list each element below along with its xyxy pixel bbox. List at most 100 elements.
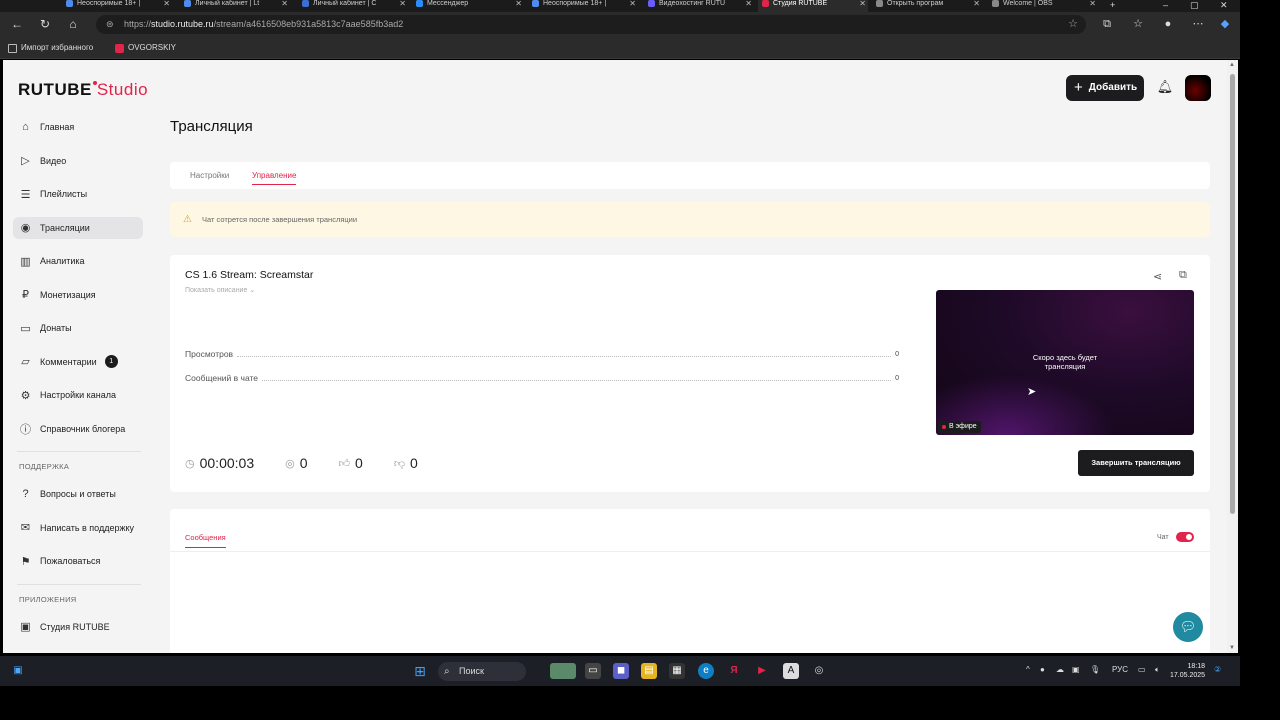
scroll-down-icon[interactable]: ▼ xyxy=(1229,645,1235,651)
close-icon[interactable]: ✕ xyxy=(973,0,980,8)
favorites-icon[interactable]: ☆ xyxy=(1130,16,1146,32)
sidebar-item-analytics[interactable]: ▥ Аналитика xyxy=(13,250,143,272)
avatar[interactable] xyxy=(1185,75,1211,101)
profile-icon[interactable]: ● xyxy=(1160,16,1176,32)
show-description-link[interactable]: Показать описание ⌄ xyxy=(185,286,255,294)
tray-app-icon[interactable]: ▣ xyxy=(1072,665,1080,674)
chat-toggle[interactable] xyxy=(1176,532,1194,542)
live-badge: В эфире xyxy=(938,421,981,433)
close-icon[interactable]: ✕ xyxy=(629,0,636,8)
windows-start-icon[interactable]: ⊞ xyxy=(412,663,428,679)
close-icon[interactable]: ✕ xyxy=(515,0,522,8)
browser-tab[interactable]: Неоспоримые 18+ | ✕ xyxy=(528,0,638,12)
end-stream-button[interactable]: Завершить трансляцию xyxy=(1078,450,1194,476)
home-icon[interactable]: ⌂ xyxy=(66,17,80,31)
browser-tab[interactable]: Неоспоримые 18+ | ✕ xyxy=(62,0,172,12)
likes-counter: 👍︎ 0 xyxy=(338,455,363,471)
split-screen-icon[interactable]: ⧉ xyxy=(1099,16,1115,32)
app-icon[interactable]: ▭ xyxy=(585,663,601,679)
url-field[interactable]: ⊜ https://studio.rutube.ru/stream/a46165… xyxy=(96,15,1086,34)
close-icon[interactable]: ✕ xyxy=(281,0,288,8)
sidebar-item-blogger-guide[interactable]: ⓘ Справочник блогера xyxy=(13,418,143,440)
sidebar-item-donations[interactable]: ▭ Донаты xyxy=(13,317,143,339)
bookmark-import[interactable]: Импорт избранного xyxy=(8,42,93,54)
close-icon[interactable]: ✕ xyxy=(163,0,170,8)
sidebar-item-monetization[interactable]: ₽ Монетизация xyxy=(13,284,143,306)
bookmark-ovgorskiy[interactable]: OVGORSKIY xyxy=(115,42,176,54)
sidebar-divider xyxy=(17,583,141,585)
browser-tab[interactable]: Welcome | OBS ✕ xyxy=(988,0,1098,12)
tab-settings[interactable]: Настройки xyxy=(190,171,229,180)
chat-app-icon[interactable]: ◼ xyxy=(613,663,629,679)
taskbar-search[interactable]: ⌕ Поиск xyxy=(438,662,526,681)
cloud-icon[interactable]: ☁ xyxy=(1056,665,1064,674)
minimize-icon[interactable]: – xyxy=(1163,0,1168,10)
scroll-up-icon[interactable]: ▲ xyxy=(1229,62,1235,68)
rutube-studio-logo[interactable]: RUTUBE Studio xyxy=(18,80,148,100)
live-dot-icon xyxy=(942,425,946,429)
taskbar-clock[interactable]: 18:18 17.05.2025 xyxy=(1170,662,1205,680)
sidebar-item-comments[interactable]: ▱ Комментарии 1 xyxy=(13,351,143,373)
bookmark-favicon-icon xyxy=(115,43,124,53)
back-icon[interactable]: ← xyxy=(10,17,24,31)
more-icon[interactable]: ⋯ xyxy=(1190,16,1206,32)
support-chat-button[interactable]: 💬︎ xyxy=(1173,612,1203,642)
counter-strike-icon[interactable]: A xyxy=(783,663,799,679)
page-scrollbar[interactable]: ▲ ▼ xyxy=(1227,60,1238,653)
home-icon: ⌂ xyxy=(22,121,29,133)
close-icon[interactable]: ✕ xyxy=(399,0,406,8)
external-link-icon[interactable]: ⧉ xyxy=(1179,269,1187,282)
microphone-icon[interactable]: 🎙︎ xyxy=(1090,665,1100,674)
close-icon[interactable]: ✕ xyxy=(745,0,752,8)
media-app-icon[interactable]: ▶ xyxy=(754,663,770,679)
sidebar-item-channel-settings[interactable]: ⚙ Настройки канала xyxy=(13,384,143,406)
widgets-icon[interactable] xyxy=(550,663,576,679)
tab-management[interactable]: Управление xyxy=(252,171,297,185)
add-button[interactable]: + Добавить xyxy=(1066,75,1144,101)
site-info-icon[interactable]: ⊜ xyxy=(106,15,114,34)
close-icon[interactable]: ✕ xyxy=(1089,0,1096,8)
sidebar-divider xyxy=(17,451,141,452)
browser-tab[interactable]: Открыть програм ✕ xyxy=(872,0,982,12)
notifications-bell-icon[interactable]: 🔔︎ xyxy=(1156,78,1174,96)
search-icon: ⌕ xyxy=(444,666,450,677)
maximize-icon[interactable]: ▢ xyxy=(1190,0,1199,11)
sidebar-item-playlists[interactable]: ☰ Плейлисты xyxy=(13,183,143,205)
obs-icon[interactable]: ◎ xyxy=(811,663,827,679)
browser-tab[interactable]: Видеохостинг RUTU ✕ xyxy=(644,0,754,12)
tray-app-icon[interactable]: ● xyxy=(1040,665,1045,674)
sidebar-item-faq[interactable]: ? Вопросы и ответы xyxy=(13,483,143,505)
favorite-star-icon[interactable]: ☆ xyxy=(1068,15,1078,34)
yandex-browser-icon[interactable]: Я xyxy=(726,663,742,679)
window-close-icon[interactable]: ✕ xyxy=(1220,0,1228,11)
sidebar-item-home[interactable]: ⌂ Главная xyxy=(13,116,143,138)
share-icon[interactable]: ⋖ xyxy=(1153,270,1162,283)
speaker-icon[interactable]: 🔈︎ xyxy=(1155,665,1160,675)
browser-tab[interactable]: Личный кабинет | Lt ✕ xyxy=(180,0,290,12)
edge-browser-icon[interactable]: e xyxy=(698,663,714,679)
copilot-icon[interactable]: ◆ xyxy=(1217,16,1233,32)
scroll-thumb[interactable] xyxy=(1230,74,1235,514)
duration-counter: ◷ 00:00:03 xyxy=(185,455,255,471)
browser-tab-active[interactable]: Студия RUTUBE ✕ xyxy=(758,0,868,12)
browser-tab[interactable]: Личный кабинет | С ✕ xyxy=(298,0,408,12)
stream-preview[interactable]: Скоро здесь будет трансляция В эфире ➤ xyxy=(936,290,1194,435)
task-view-icon[interactable]: ▣ xyxy=(10,663,26,679)
close-icon[interactable]: ✕ xyxy=(859,0,866,8)
tray-chevron-icon[interactable]: ^ xyxy=(1026,665,1030,674)
tab-messages[interactable]: Сообщения xyxy=(185,533,226,548)
reload-icon[interactable]: ↻ xyxy=(38,17,52,31)
browser-tab[interactable]: Мессенджер ✕ xyxy=(412,0,524,12)
notifications-icon[interactable]: ② xyxy=(1214,665,1221,674)
sidebar-item-write-support[interactable]: ✉ Написать в поддержку xyxy=(13,517,143,539)
sidebar-item-report[interactable]: ⚑ Пожаловаться xyxy=(13,550,143,572)
new-tab-icon[interactable]: + xyxy=(1110,0,1115,10)
sidebar-item-broadcasts[interactable]: ◉ Трансляции xyxy=(13,216,143,239)
sidebar-item-video[interactable]: ▷ Видео xyxy=(13,150,143,172)
monitor-icon[interactable]: ▭ xyxy=(1138,665,1146,674)
store-icon[interactable]: ▦ xyxy=(669,663,685,679)
language-indicator[interactable]: РУС xyxy=(1112,665,1128,674)
sidebar-item-studio-app[interactable]: ▣ Студия RUTUBE xyxy=(13,616,143,638)
stat-views: Просмотров 0 xyxy=(185,349,899,359)
file-explorer-icon[interactable]: ▤ xyxy=(641,663,657,679)
